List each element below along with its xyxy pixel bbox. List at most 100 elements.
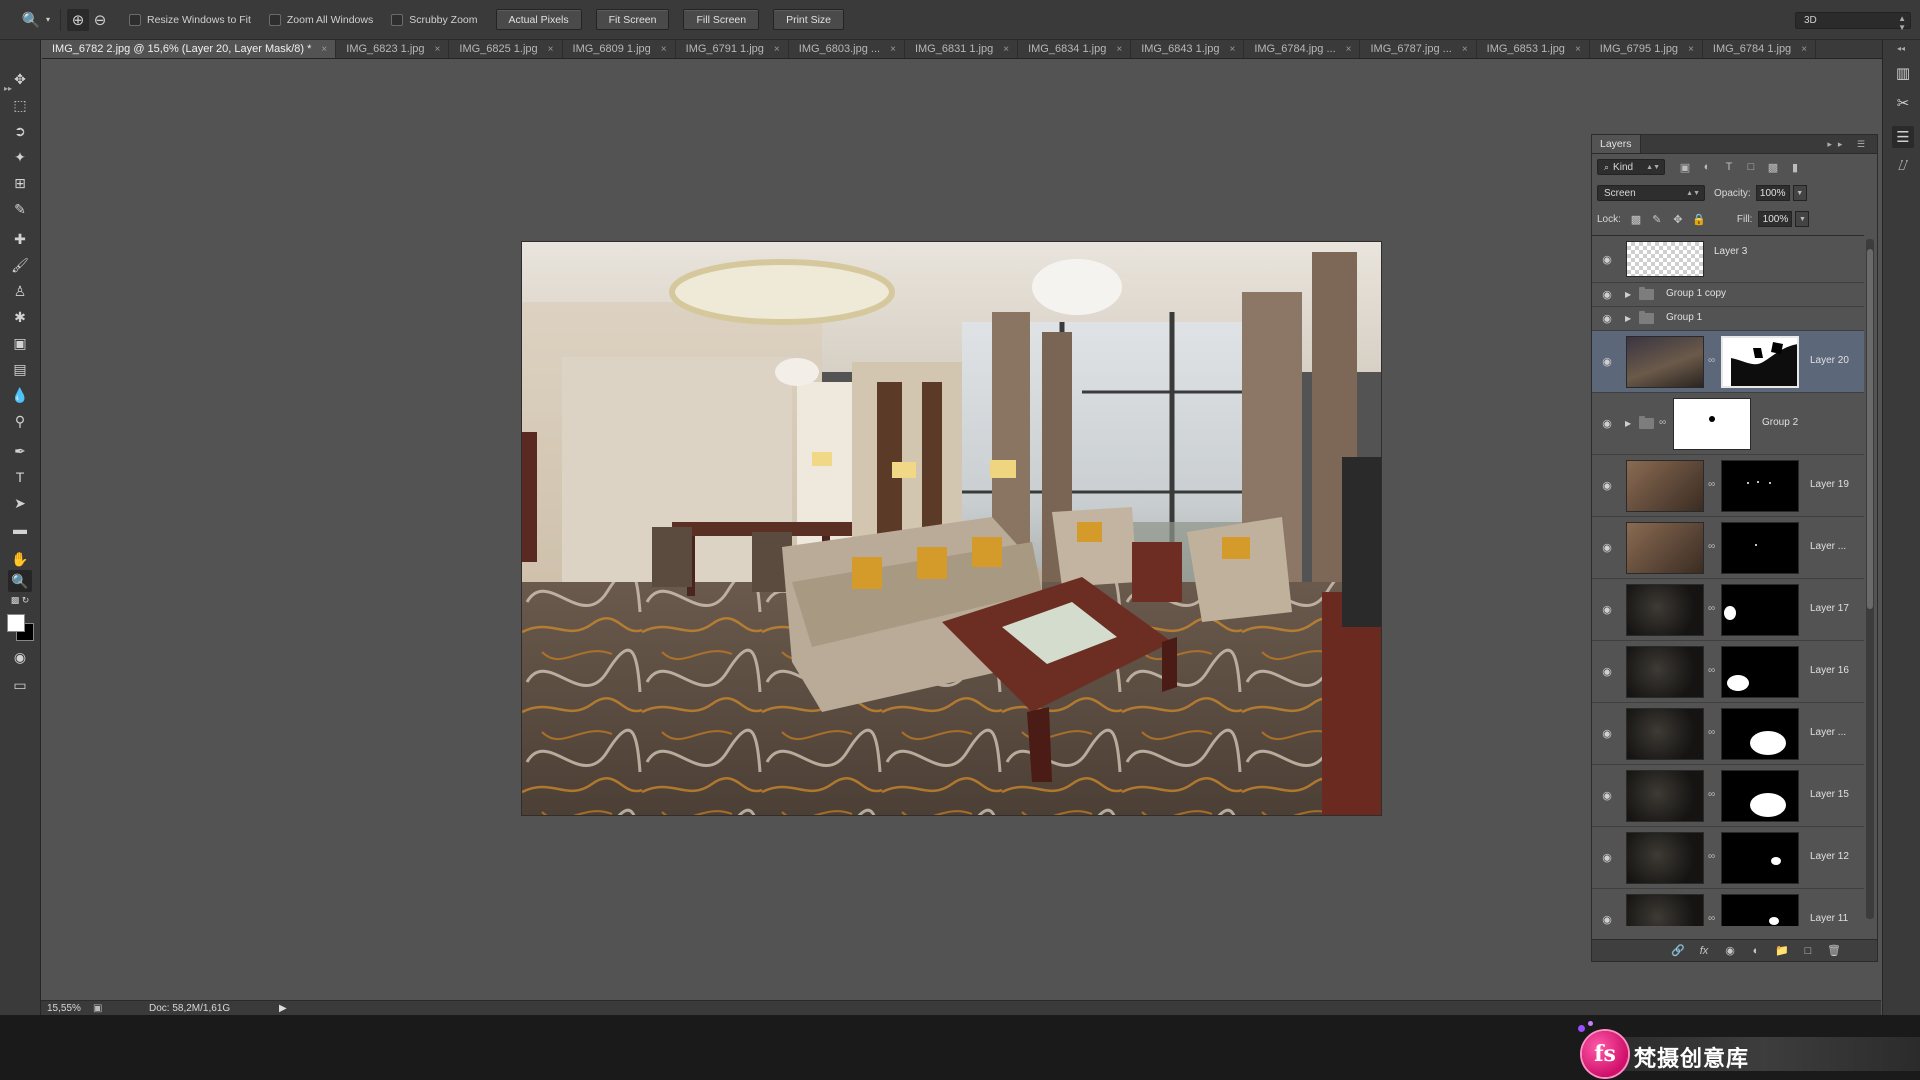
adjustment-layer-icon[interactable]: ◐ [1743,945,1769,957]
checkbox-box[interactable] [391,13,404,26]
foreground-color-swatch[interactable] [7,614,25,632]
visibility-eye-icon[interactable]: ◉ [1600,914,1614,926]
layer-thumbnail[interactable] [1626,646,1704,698]
document-tab[interactable]: IMG_6834 1.jpg × [1018,40,1132,58]
workspace-select[interactable]: 3D ▲ ▼ [1795,12,1911,32]
eraser-tool-icon[interactable]: ▣ [8,332,32,354]
mask-link-icon[interactable]: ∞ [1708,355,1715,366]
actual-pixels-button[interactable]: Actual Pixels [495,9,582,30]
document-tab[interactable]: IMG_6853 1.jpg × [1477,40,1590,58]
fill-input[interactable]: 100% [1758,211,1793,227]
layer-row[interactable]: ◉ ∞ Layer 17 [1592,579,1864,641]
layer-mask-thumbnail[interactable] [1721,522,1799,574]
layer-group-row[interactable]: ◉ ▶ Group 1 [1592,307,1864,331]
share-icon[interactable]: ▣ [93,1003,119,1014]
crop-tool-icon[interactable]: ⊞ [8,172,32,194]
visibility-eye-icon[interactable]: ◉ [1600,313,1614,325]
layer-mask-thumbnail[interactable] [1721,894,1799,926]
document-tab[interactable]: IMG_6825 1.jpg × [449,40,563,58]
zoom-in-icon[interactable]: ⊕ [67,8,89,31]
close-icon[interactable]: × [435,44,441,55]
close-icon[interactable]: × [1229,44,1235,55]
layer-mask-thumbnail[interactable] [1721,708,1799,760]
layer-mask-thumbnail[interactable] [1721,832,1799,884]
screen-mode-icon[interactable]: ▭ [8,674,32,696]
resize-windows-checkbox[interactable]: Resize Windows to Fit [129,13,251,26]
default-colors-icon[interactable]: ▩ ↻ [8,594,32,606]
layer-thumbnail[interactable] [1626,241,1704,277]
document-tab[interactable]: IMG_6791 1.jpg × [676,40,789,58]
mask-link-icon[interactable]: ∞ [1708,665,1715,676]
mask-link-icon[interactable]: ∞ [1708,851,1715,862]
layer-row[interactable]: ◉ ∞ Layer ... [1592,517,1864,579]
layer-mask-thumbnail[interactable] [1721,646,1799,698]
document-canvas[interactable] [522,242,1381,815]
history-brush-tool-icon[interactable]: ✱ [8,306,32,328]
visibility-eye-icon[interactable]: ◉ [1600,852,1614,864]
lock-position-icon[interactable]: ✥ [1670,213,1686,226]
layer-mask-thumbnail[interactable] [1721,770,1799,822]
filter-kind-select[interactable]: ⌕ Kind ▲▼ [1597,159,1665,175]
visibility-eye-icon[interactable]: ◉ [1600,480,1614,492]
expand-arrow-icon[interactable]: ▶ [1625,290,1631,299]
print-size-button[interactable]: Print Size [773,9,845,30]
magic-wand-tool-icon[interactable]: ✦ [8,146,32,168]
add-mask-icon[interactable]: ◉ [1717,944,1743,957]
close-icon[interactable]: × [548,44,554,55]
smart-object-filter-icon[interactable]: ▩ [1765,160,1781,174]
layer-row[interactable]: ◉ ∞ Layer ... [1592,703,1864,765]
group-mask-thumbnail[interactable] [1673,398,1751,450]
layer-thumbnail[interactable] [1626,522,1704,574]
mask-link-icon[interactable]: ∞ [1708,479,1715,490]
layer-row[interactable]: ◉ ▶ ∞ Group 2 [1592,393,1864,455]
layer-mask-thumbnail[interactable] [1721,460,1799,512]
visibility-eye-icon[interactable]: ◉ [1600,253,1614,266]
layer-row[interactable]: ◉ ∞ Layer 19 [1592,455,1864,517]
layer-mask-thumbnail[interactable] [1721,584,1799,636]
fill-screen-button[interactable]: Fill Screen [683,9,760,30]
eyedropper-tool-icon[interactable]: ✎ [8,198,32,220]
zoom-all-windows-checkbox[interactable]: Zoom All Windows [268,13,373,26]
blur-tool-icon[interactable]: 💧 [8,384,32,406]
marquee-tool-icon[interactable]: ⬚ [8,94,32,116]
mask-link-icon[interactable]: ∞ [1708,603,1715,614]
visibility-eye-icon[interactable]: ◉ [1600,542,1614,554]
layer-thumbnail[interactable] [1626,336,1704,388]
hand-tool-icon[interactable]: ✋ [8,548,32,570]
visibility-eye-icon[interactable]: ◉ [1600,289,1614,301]
document-tab[interactable]: IMG_6823 1.jpg × [336,40,450,58]
gradient-tool-icon[interactable]: ▤ [8,358,32,380]
layer-style-fx-icon[interactable]: fx [1691,945,1717,957]
layer-row[interactable]: ◉ ∞ Layer 12 [1592,827,1864,889]
close-icon[interactable]: × [1346,44,1352,55]
mask-link-icon[interactable]: ∞ [1708,789,1715,800]
document-tab[interactable]: IMG_6843 1.jpg × [1131,40,1245,58]
layers-panel-icon[interactable]: ☰ [1892,126,1914,148]
new-layer-icon[interactable]: □ [1795,945,1821,957]
close-icon[interactable]: × [1801,44,1807,55]
mask-link-icon[interactable]: ∞ [1708,727,1715,738]
type-filter-icon[interactable]: T [1721,160,1737,174]
visibility-eye-icon[interactable]: ◉ [1600,790,1614,802]
document-tab[interactable]: IMG_6782 2.jpg @ 15,6% (Layer 20, Layer … [42,40,337,58]
close-icon[interactable]: × [1688,44,1694,55]
layers-scrollbar[interactable] [1866,239,1874,919]
zoom-tool-icon[interactable]: 🔍 [8,570,32,592]
lock-pixels-icon[interactable]: ✎ [1649,213,1665,226]
layer-row[interactable]: ◉ Layer 3 [1592,236,1864,283]
adjustment-filter-icon[interactable]: ◐ [1699,160,1715,174]
layer-thumbnail[interactable] [1626,584,1704,636]
fill-slider-arrow-icon[interactable]: ▼ [1795,211,1810,227]
quick-mask-icon[interactable]: ◉ [8,646,32,668]
layers-tab[interactable]: Layers [1592,135,1641,153]
link-layers-icon[interactable]: 🔗 [1665,944,1691,957]
close-icon[interactable]: × [1003,44,1009,55]
status-menu-arrow-icon[interactable]: ▶ [279,1003,287,1014]
layer-group-row[interactable]: ◉ ▶ Group 1 copy [1592,283,1864,307]
layer-row[interactable]: ◉ ∞ Layer 15 [1592,765,1864,827]
history-panel-icon[interactable]: ▥ [1892,62,1914,84]
close-icon[interactable]: × [321,44,327,55]
fit-screen-button[interactable]: Fit Screen [595,9,670,30]
paths-panel-icon[interactable]: ⌰ [1892,154,1914,176]
zoom-out-icon[interactable]: ⊖ [89,9,111,31]
